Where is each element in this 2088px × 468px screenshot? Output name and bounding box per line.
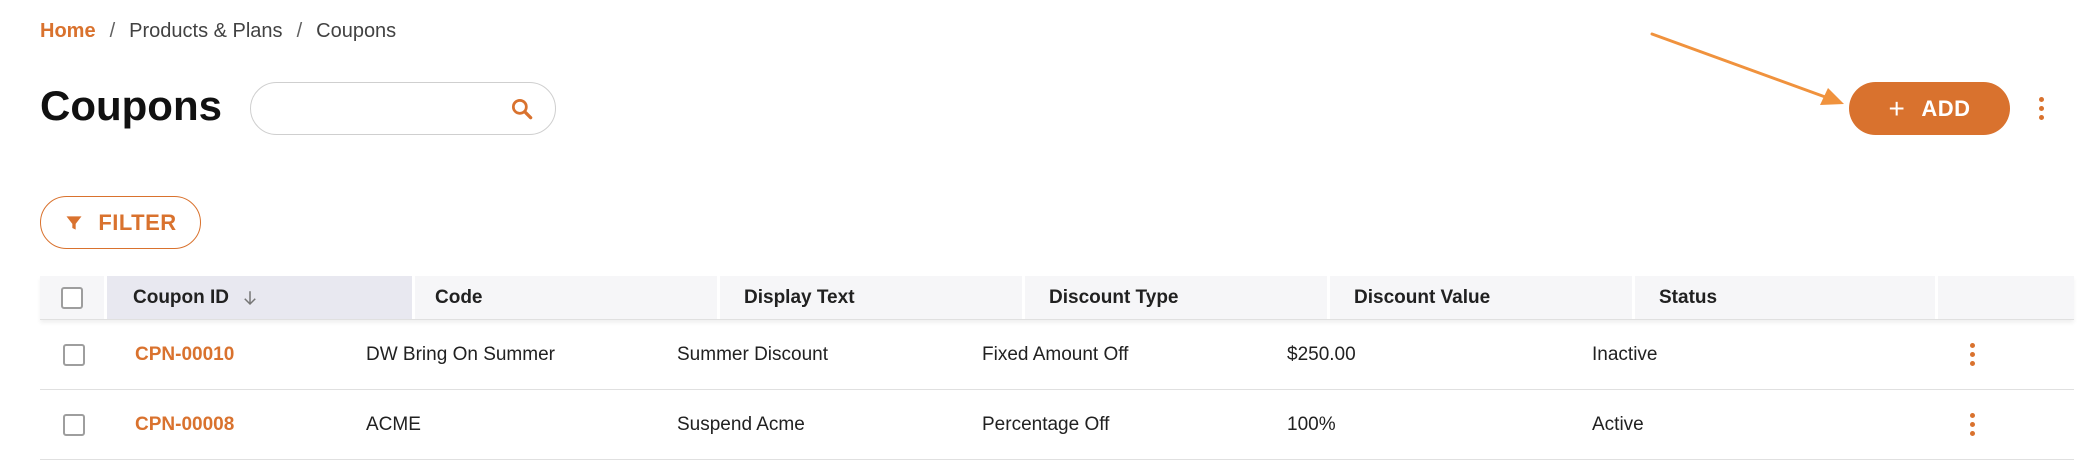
column-header-actions (1938, 276, 2074, 319)
annotation-arrow-icon (1650, 32, 1844, 105)
column-header-label: Coupon ID (133, 286, 230, 308)
column-header-discount-value[interactable]: Discount Value (1330, 276, 1635, 319)
filter-button-label: FILTER (98, 209, 177, 235)
search-input[interactable] (271, 93, 501, 125)
code-cell: ACME (366, 413, 421, 435)
coupon-id-link[interactable]: CPN-00010 (135, 344, 234, 366)
breadcrumb: Home / Products & Plans / Coupons (40, 20, 396, 43)
more-vert-icon[interactable] (2031, 92, 2051, 124)
search-icon[interactable] (509, 96, 535, 122)
breadcrumb-separator: / (296, 20, 303, 42)
discount-value-cell: 100% (1287, 413, 1336, 435)
discount-type-cell: Fixed Amount Off (982, 343, 1129, 365)
select-all-checkbox[interactable] (61, 286, 83, 309)
status-cell: Inactive (1592, 343, 1658, 365)
arrow-down-icon[interactable] (241, 289, 259, 307)
coupon-id-cell: CPN-00008 (40, 390, 348, 459)
coupon-id-link[interactable]: CPN-00008 (135, 414, 234, 436)
table-row[interactable]: CPN-00008 ACME Suspend Acme Percentage O… (40, 390, 2074, 460)
breadcrumb-item-coupons: Coupons (316, 20, 397, 42)
column-header-display-text[interactable]: Display Text (720, 276, 1025, 319)
row-actions-cell (1871, 320, 2074, 389)
display-text-cell: Suspend Acme (677, 413, 805, 435)
filter-icon (66, 215, 82, 230)
breadcrumb-item-products-plans[interactable]: Products & Plans (129, 20, 282, 43)
plus-icon: + (1888, 92, 1906, 124)
column-header-code[interactable]: Code (415, 276, 720, 319)
header-checkbox-cell (40, 276, 107, 319)
column-header-coupon-id[interactable]: Coupon ID (107, 276, 415, 319)
more-vert-icon[interactable] (1963, 409, 1983, 441)
column-header-status[interactable]: Status (1635, 276, 1938, 319)
breadcrumb-home-link[interactable]: Home (40, 20, 96, 43)
coupons-table: Coupon ID Code Display Text Discount Typ… (40, 276, 2074, 460)
filter-button[interactable]: FILTER (40, 196, 201, 249)
column-header-discount-type[interactable]: Discount Type (1025, 276, 1330, 319)
status-cell: Active (1592, 413, 1644, 435)
breadcrumb-separator: / (109, 20, 116, 42)
discount-type-cell: Percentage Off (982, 413, 1110, 435)
discount-value-cell: $250.00 (1287, 343, 1356, 365)
table-row[interactable]: CPN-00010 DW Bring On Summer Summer Disc… (40, 320, 2074, 390)
add-button-label: ADD (1921, 95, 1971, 121)
page-title: Coupons (40, 82, 222, 129)
code-cell: DW Bring On Summer (366, 343, 555, 365)
display-text-cell: Summer Discount (677, 343, 828, 365)
more-vert-icon[interactable] (1963, 339, 1983, 371)
row-actions-cell (1871, 390, 2074, 459)
add-coupon-button[interactable]: + ADD (1849, 82, 2010, 135)
coupon-id-cell: CPN-00010 (40, 320, 348, 389)
table-header: Coupon ID Code Display Text Discount Typ… (40, 276, 2074, 320)
search-box[interactable] (250, 82, 556, 135)
